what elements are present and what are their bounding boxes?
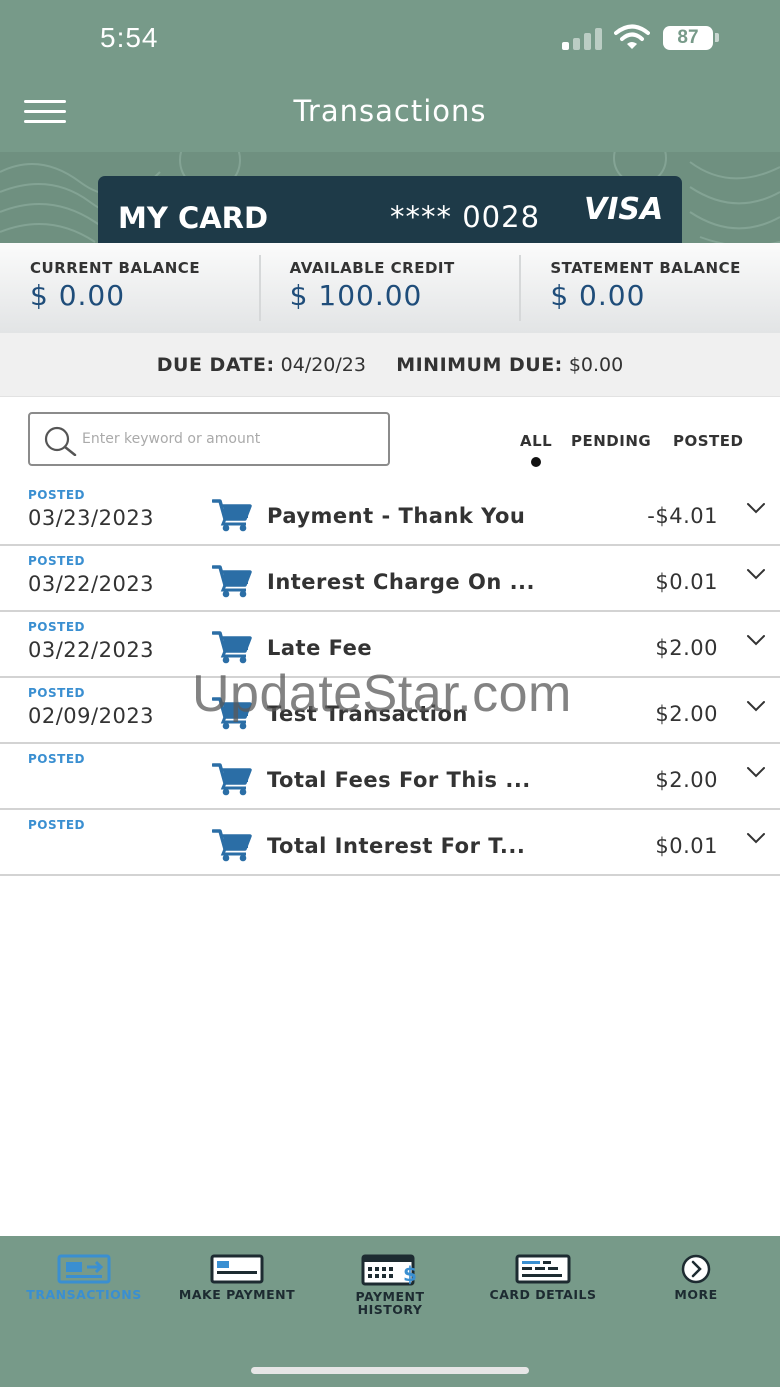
transaction-row[interactable]: POSTED Total Interest For T... $0.01 <box>0 810 780 876</box>
battery-icon: 87 <box>663 26 713 50</box>
filter-all[interactable]: ALL <box>520 432 552 450</box>
transaction-description: Payment - Thank You <box>267 504 526 528</box>
shopping-cart-icon <box>212 499 252 532</box>
shopping-cart-icon <box>212 565 252 598</box>
transaction-amount: $0.01 <box>655 834 718 858</box>
transaction-row[interactable]: POSTED 03/22/2023 Interest Charge On ...… <box>0 546 780 612</box>
nav-transactions[interactable]: TRANSACTIONS <box>6 1254 162 1301</box>
balance-value: $ 0.00 <box>30 279 126 312</box>
calendar-dollar-icon: $ <box>361 1254 417 1286</box>
card-details-icon <box>515 1254 571 1284</box>
app-header: 5:54 87 Transactions <box>0 0 780 152</box>
page-title: Transactions <box>293 94 487 128</box>
cellular-signal-icon <box>562 28 604 50</box>
transaction-description: Interest Charge On ... <box>267 570 536 594</box>
transaction-amount: $0.01 <box>655 570 718 594</box>
transaction-status: POSTED <box>28 554 85 568</box>
transaction-status: POSTED <box>28 752 85 766</box>
transaction-row[interactable]: POSTED 03/23/2023 Payment - Thank You -$… <box>0 480 780 546</box>
minimum-due-value: $0.00 <box>568 354 624 376</box>
card-payment-icon <box>210 1254 264 1284</box>
nav-label: PAYMENT HISTORY <box>355 1289 425 1317</box>
minimum-due-label: MINIMUM DUE: <box>396 354 563 376</box>
search-box[interactable] <box>28 412 390 466</box>
transaction-date: 03/22/2023 <box>28 572 155 596</box>
nav-label: TRANSACTIONS <box>26 1287 142 1302</box>
search-icon <box>44 426 77 456</box>
transaction-date: 03/23/2023 <box>28 506 155 530</box>
credit-card[interactable]: MY CARD **** 0028 VISA <box>98 176 682 244</box>
current-balance: CURRENT BALANCE $ 0.00 <box>0 255 261 321</box>
nav-card-details[interactable]: CARD DETAILS <box>465 1254 621 1301</box>
status-time: 5:54 <box>100 22 159 53</box>
nav-label: CARD DETAILS <box>489 1287 597 1302</box>
transaction-status: POSTED <box>28 686 85 700</box>
transaction-date: 03/22/2023 <box>28 638 155 662</box>
transaction-amount: $2.00 <box>655 702 718 726</box>
bottom-navigation: TRANSACTIONS MAKE PAYMENT $ PAYMENT HIST… <box>0 1236 780 1387</box>
due-info: DUE DATE: 04/20/23 MINIMUM DUE: $0.00 <box>0 333 780 397</box>
filter-posted[interactable]: POSTED <box>673 432 743 450</box>
home-indicator[interactable] <box>251 1367 529 1374</box>
search-input[interactable] <box>82 414 382 464</box>
visa-logo: VISA <box>584 192 664 227</box>
balance-label: AVAILABLE CREDIT <box>289 259 455 277</box>
chevron-down-icon[interactable] <box>746 568 766 580</box>
card-name: MY CARD <box>118 201 269 235</box>
balance-label: CURRENT BALANCE <box>30 259 201 277</box>
nav-label: MORE <box>674 1287 718 1302</box>
watermark: UpdateStar.com <box>192 665 572 723</box>
transaction-status: POSTED <box>28 620 85 634</box>
transactions-icon <box>57 1254 111 1284</box>
wifi-icon <box>614 24 650 49</box>
chevron-down-icon[interactable] <box>746 634 766 646</box>
nav-more[interactable]: MORE <box>618 1254 774 1301</box>
chevron-down-icon[interactable] <box>746 700 766 712</box>
nav-label: MAKE PAYMENT <box>178 1287 296 1302</box>
statement-balance: STATEMENT BALANCE $ 0.00 <box>521 255 780 321</box>
available-credit: AVAILABLE CREDIT $ 100.00 <box>261 255 522 321</box>
transaction-amount: -$4.01 <box>647 504 718 528</box>
svg-text:$: $ <box>403 1262 417 1286</box>
transaction-amount: $2.00 <box>655 636 718 660</box>
selected-filter-indicator <box>531 457 541 467</box>
transaction-description: Late Fee <box>267 636 373 660</box>
shopping-cart-icon <box>212 829 252 862</box>
card-number: **** 0028 <box>390 200 541 234</box>
balance-value: $ 100.00 <box>289 279 423 312</box>
transaction-status: POSTED <box>28 488 85 502</box>
shopping-cart-icon <box>212 631 252 664</box>
nav-make-payment[interactable]: MAKE PAYMENT <box>159 1254 315 1301</box>
chevron-down-icon[interactable] <box>746 502 766 514</box>
shopping-cart-icon <box>212 763 252 796</box>
transaction-description: Total Interest For T... <box>267 834 526 858</box>
chevron-right-circle-icon <box>681 1254 711 1284</box>
chevron-down-icon[interactable] <box>746 766 766 778</box>
card-banner: MY CARD **** 0028 VISA <box>0 152 780 244</box>
transaction-status: POSTED <box>28 818 85 832</box>
transaction-description: Total Fees For This ... <box>267 768 531 792</box>
due-date-value: 04/20/23 <box>280 354 366 376</box>
balance-label: STATEMENT BALANCE <box>550 259 741 277</box>
balance-value: $ 0.00 <box>550 279 646 312</box>
battery-tip <box>715 33 719 42</box>
transaction-row[interactable]: POSTED Total Fees For This ... $2.00 <box>0 744 780 810</box>
nav-payment-history[interactable]: $ PAYMENT HISTORY <box>312 1254 468 1316</box>
balance-summary: CURRENT BALANCE $ 0.00 AVAILABLE CREDIT … <box>0 243 780 333</box>
transaction-amount: $2.00 <box>655 768 718 792</box>
chevron-down-icon[interactable] <box>746 832 766 844</box>
due-date-label: DUE DATE: <box>156 354 275 376</box>
transaction-date: 02/09/2023 <box>28 704 155 728</box>
filter-pending[interactable]: PENDING <box>571 432 651 450</box>
